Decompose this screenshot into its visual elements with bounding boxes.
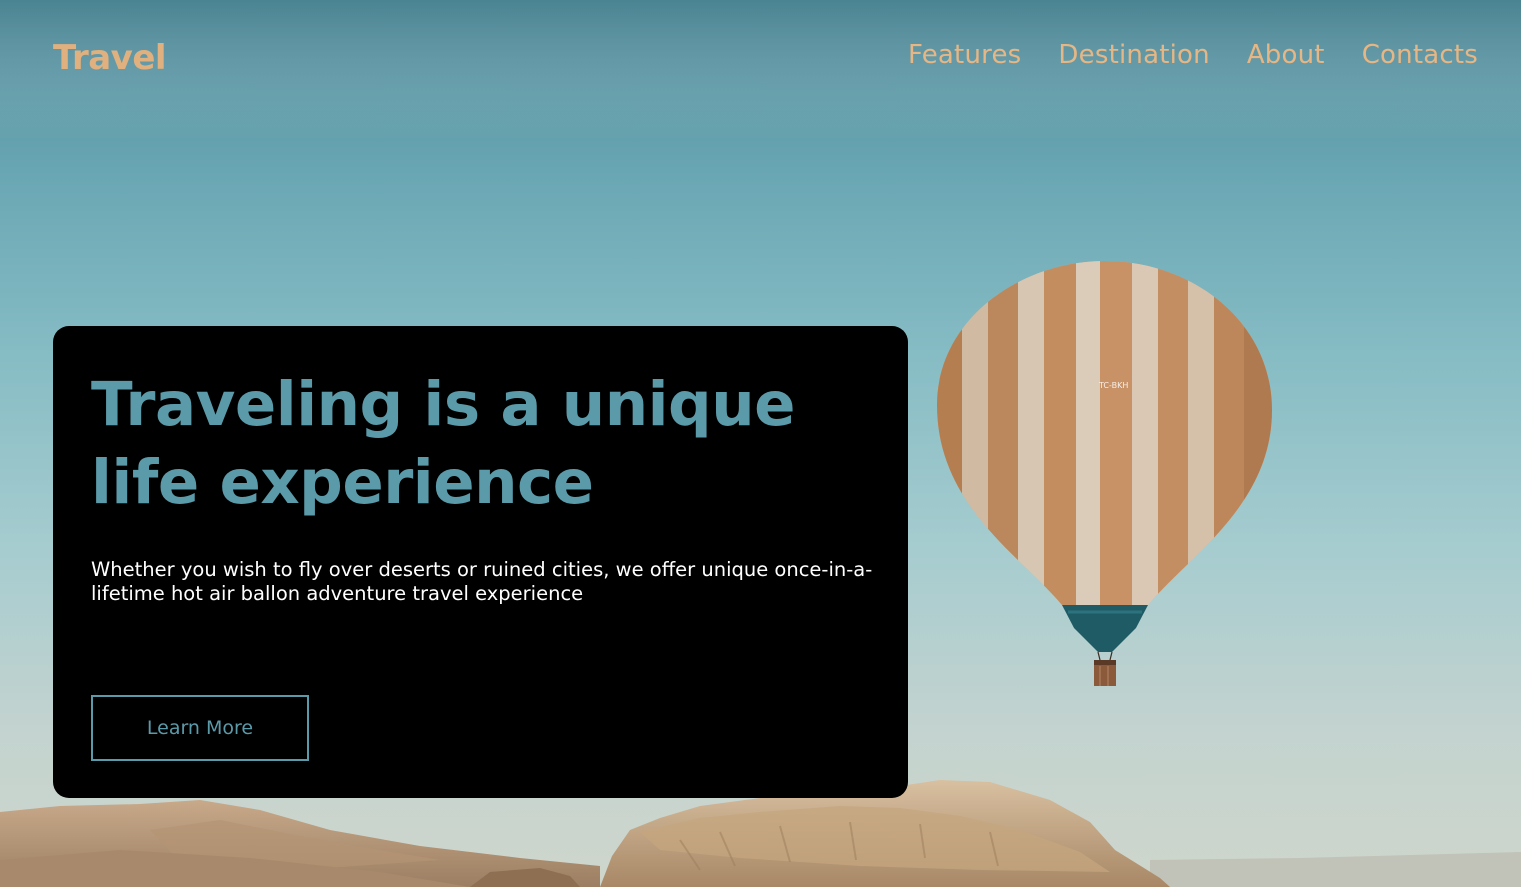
hero-section: TC-BKH Travel Features Destination About… <box>0 0 1521 887</box>
nav-item-about[interactable]: About <box>1247 40 1325 70</box>
learn-more-button[interactable]: Learn More <box>91 695 309 761</box>
hero-card: Traveling is a unique life experience Wh… <box>53 326 908 798</box>
hero-title: Traveling is a unique life experience <box>91 369 796 518</box>
nav-item-contacts[interactable]: Contacts <box>1362 40 1478 70</box>
hot-air-balloon: TC-BKH <box>937 261 1272 686</box>
nav-item-destination[interactable]: Destination <box>1058 40 1209 70</box>
brand-logo[interactable]: Travel <box>53 38 167 78</box>
balloon-marking: TC-BKH <box>1098 381 1128 390</box>
nav-item-features[interactable]: Features <box>908 40 1021 70</box>
hero-description: Whether you wish to fly over deserts or … <box>91 558 873 605</box>
main-nav: Features Destination About Contacts <box>908 40 1478 70</box>
